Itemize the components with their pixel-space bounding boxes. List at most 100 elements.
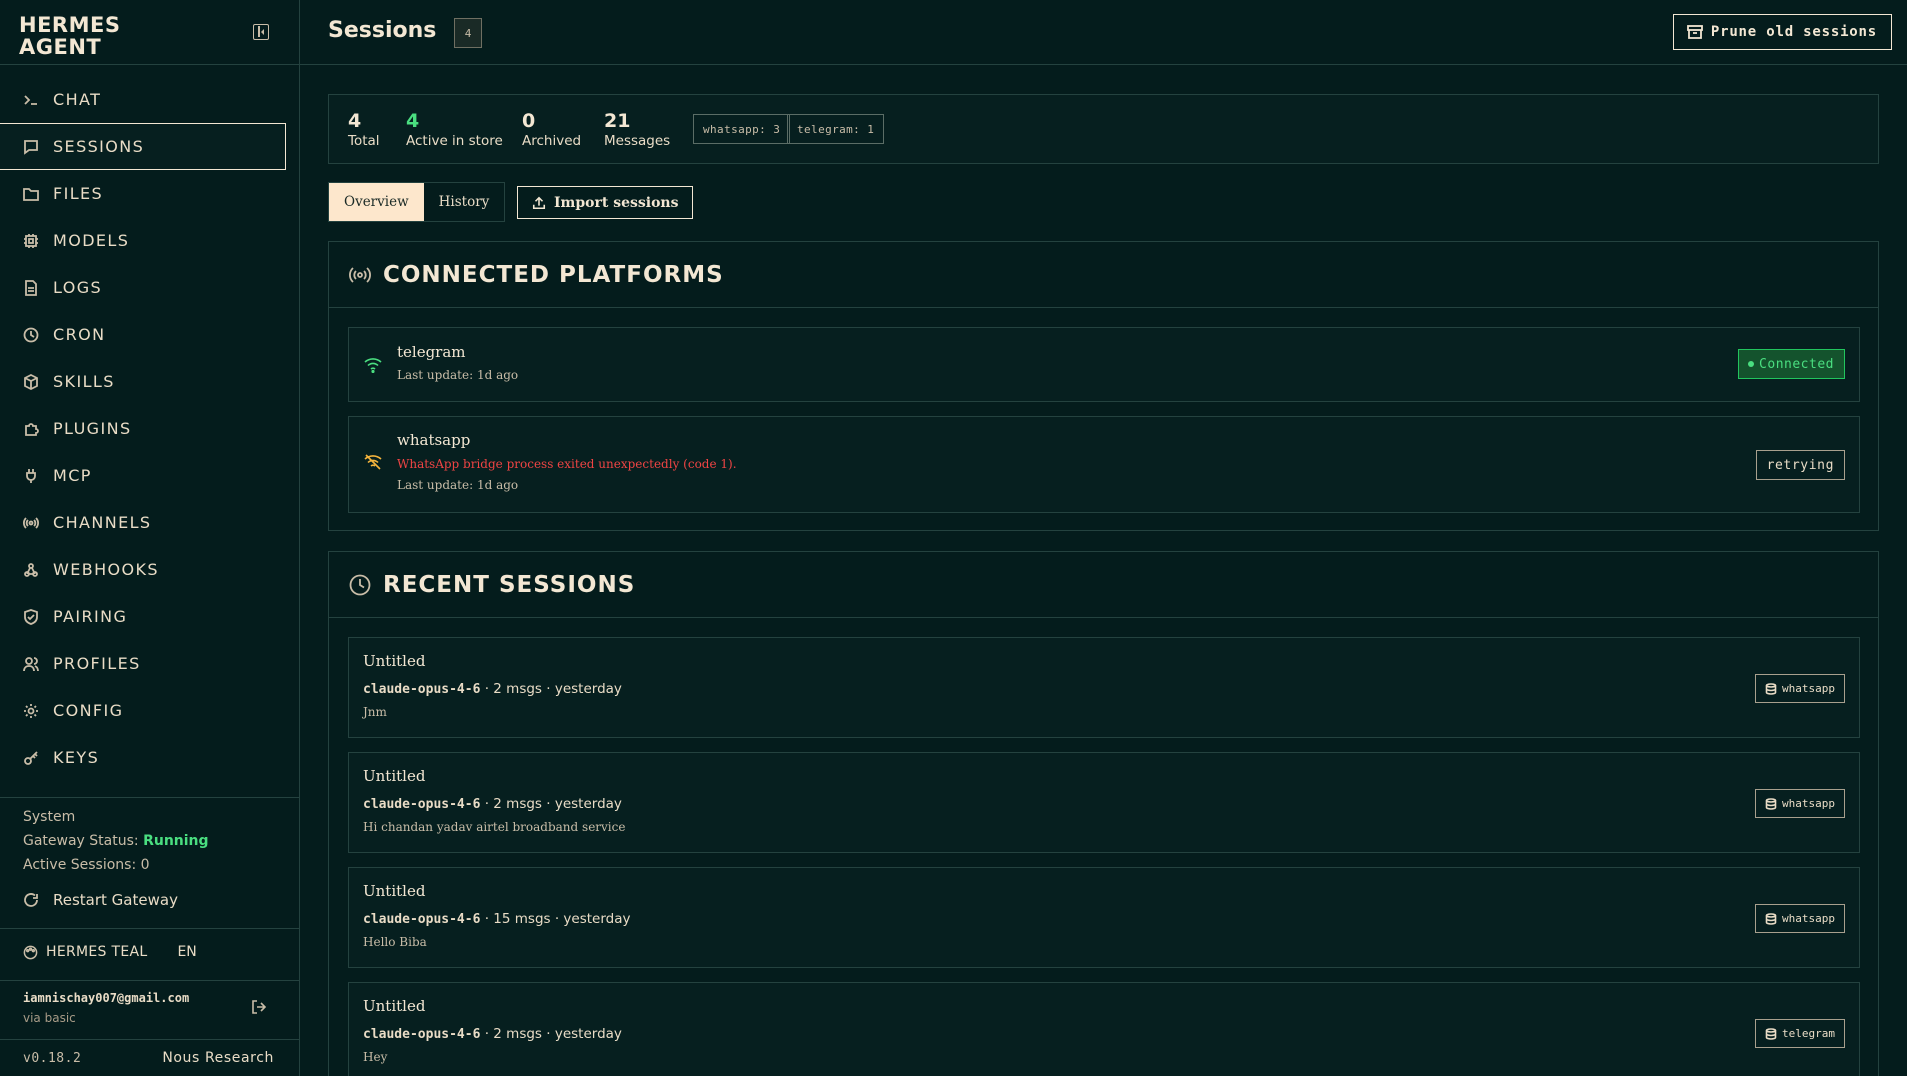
platform-badge-label: whatsapp xyxy=(1782,797,1835,810)
sidebar-item-keys[interactable]: KEYS xyxy=(0,734,300,781)
divider xyxy=(0,928,300,929)
app-version: v0.18.2 xyxy=(23,1051,82,1066)
stat-archived: 0 Archived xyxy=(522,110,581,150)
platform-row-telegram[interactable]: telegram Last update: 1d ago Connected xyxy=(348,327,1860,402)
theme-name: HERMES TEAL xyxy=(46,944,148,960)
database-icon xyxy=(1765,1027,1777,1040)
stat-label: Messages xyxy=(604,133,671,149)
connected-platforms-panel: CONNECTED PLATFORMS telegram Last update… xyxy=(328,241,1879,531)
user-email: iamnischay007@gmail.com xyxy=(23,991,190,1005)
stat-total: 4 Total xyxy=(348,110,380,150)
stat-value: 21 xyxy=(604,110,631,132)
session-title: Untitled xyxy=(363,882,426,900)
sidebar-item-pairing[interactable]: PAIRING xyxy=(0,593,300,640)
theme-selector[interactable]: HERMES TEAL xyxy=(23,944,147,960)
restart-gateway-label: Restart Gateway xyxy=(53,891,178,909)
sidebar-item-label: PLUGINS xyxy=(53,419,132,438)
palette-icon xyxy=(23,945,38,959)
sidebar-item-cron[interactable]: CRON xyxy=(0,311,300,358)
sidebar-item-channels[interactable]: CHANNELS xyxy=(0,499,300,546)
session-row[interactable]: Untitled claude-opus-4-6 · 2 msgs · yest… xyxy=(348,752,1860,853)
platform-badge: whatsapp xyxy=(1755,904,1845,933)
active-sessions-value: 0 xyxy=(140,857,150,873)
session-count-badge: 4 xyxy=(454,18,482,48)
sidebar-item-label: SKILLS xyxy=(53,372,115,391)
sidebar-item-label: SESSIONS xyxy=(53,137,145,156)
upload-icon xyxy=(532,196,546,209)
tab-overview[interactable]: Overview xyxy=(329,183,424,221)
divider xyxy=(0,1039,300,1040)
stat-active: 4 Active in store xyxy=(406,110,503,150)
stat-value: 4 xyxy=(348,110,362,132)
clock-icon xyxy=(23,327,39,343)
logout-icon[interactable] xyxy=(251,999,267,1015)
sidebar-item-profiles[interactable]: PROFILES xyxy=(0,640,300,687)
panel-header: RECENT SESSIONS xyxy=(329,552,1878,618)
sidebar-item-webhooks[interactable]: WEBHOOKS xyxy=(0,546,300,593)
view-tabs: Overview History xyxy=(328,182,506,222)
prune-old-sessions-button[interactable]: Prune old sessions xyxy=(1672,14,1892,50)
session-row[interactable]: Untitled claude-opus-4-6 · 15 msgs · yes… xyxy=(348,867,1860,968)
session-model: claude-opus-4-6 xyxy=(363,912,481,927)
sidebar-item-files[interactable]: FILES xyxy=(0,170,300,217)
import-sessions-button[interactable]: Import sessions xyxy=(517,186,694,219)
stat-label: Archived xyxy=(522,133,582,149)
platform-badge-label: whatsapp xyxy=(1782,682,1835,695)
sidebar-item-label: MCP xyxy=(53,466,92,485)
sidebar-item-label: WEBHOOKS xyxy=(53,560,159,579)
stats-card: 4 Total 4 Active in store 0 Archived 21 … xyxy=(328,94,1879,164)
tab-history[interactable]: History xyxy=(424,183,505,221)
restart-gateway-button[interactable]: Restart Gateway xyxy=(23,891,178,909)
sidebar-item-sessions[interactable]: SESSIONS xyxy=(0,123,286,170)
session-stats: · 2 msgs · yesterday xyxy=(484,1026,622,1042)
active-sessions-label: Active Sessions: xyxy=(23,857,137,873)
radio-icon xyxy=(349,266,371,283)
sidebar-item-logs[interactable]: LOGS xyxy=(0,264,300,311)
sidebar-item-mcp[interactable]: MCP xyxy=(0,452,300,499)
sidebar-item-plugins[interactable]: PLUGINS xyxy=(0,405,300,452)
status-badge: retrying xyxy=(1755,450,1845,480)
session-model: claude-opus-4-6 xyxy=(363,682,481,697)
sidebar-item-label: LOGS xyxy=(53,278,103,297)
stat-messages: 21 Messages xyxy=(604,110,670,150)
status-badge: Connected xyxy=(1738,349,1845,379)
language-selector[interactable]: EN xyxy=(177,944,196,960)
session-row[interactable]: Untitled claude-opus-4-6 · 2 msgs · yest… xyxy=(348,637,1860,738)
sidebar-item-skills[interactable]: SKILLS xyxy=(0,358,300,405)
sidebar-item-config[interactable]: CONFIG xyxy=(0,687,300,734)
collapse-sidebar-icon[interactable] xyxy=(253,24,269,40)
platform-badge: whatsapp xyxy=(1755,674,1845,703)
platform-error: WhatsApp bridge process exited unexpecte… xyxy=(397,457,737,471)
sidebar-item-models[interactable]: MODELS xyxy=(0,217,300,264)
terminal-icon xyxy=(23,92,39,108)
platform-badge: telegram xyxy=(1755,1019,1845,1048)
session-title: Untitled xyxy=(363,652,426,670)
session-preview: Jnm xyxy=(363,705,387,719)
sidebar-item-label: PAIRING xyxy=(53,607,128,626)
session-row[interactable]: Untitled claude-opus-4-6 · 2 msgs · yest… xyxy=(348,982,1860,1076)
platform-row-whatsapp[interactable]: whatsapp WhatsApp bridge process exited … xyxy=(348,416,1860,513)
sidebar-item-chat[interactable]: CHAT xyxy=(0,76,300,123)
brand-line-2: AGENT xyxy=(19,35,102,59)
brand-logo: HERMES AGENT xyxy=(19,14,159,58)
panel-title: RECENT SESSIONS xyxy=(383,571,636,598)
shield-check-icon xyxy=(23,608,39,625)
session-stats: · 2 msgs · yesterday xyxy=(484,796,622,812)
wifi-off-icon xyxy=(364,454,382,470)
status-dot xyxy=(1748,361,1755,367)
brand-line-1: HERMES xyxy=(19,13,121,37)
org-name[interactable]: Nous Research xyxy=(162,1050,274,1066)
folder-icon xyxy=(23,186,39,202)
session-preview: Hello Biba xyxy=(363,935,427,949)
session-preview: Hi chandan yadav airtel broadband servic… xyxy=(363,820,626,834)
session-model: claude-opus-4-6 xyxy=(363,1027,481,1042)
stat-label: Total xyxy=(348,133,380,149)
sidebar-item-label: PROFILES xyxy=(53,654,141,673)
cpu-icon xyxy=(23,233,39,249)
divider xyxy=(0,797,300,798)
import-label: Import sessions xyxy=(554,194,679,211)
gateway-status-label: Gateway Status: xyxy=(23,833,139,849)
session-title: Untitled xyxy=(363,767,426,785)
session-preview: Hey xyxy=(363,1050,388,1064)
session-meta: claude-opus-4-6 · 15 msgs · yesterday xyxy=(363,911,631,927)
